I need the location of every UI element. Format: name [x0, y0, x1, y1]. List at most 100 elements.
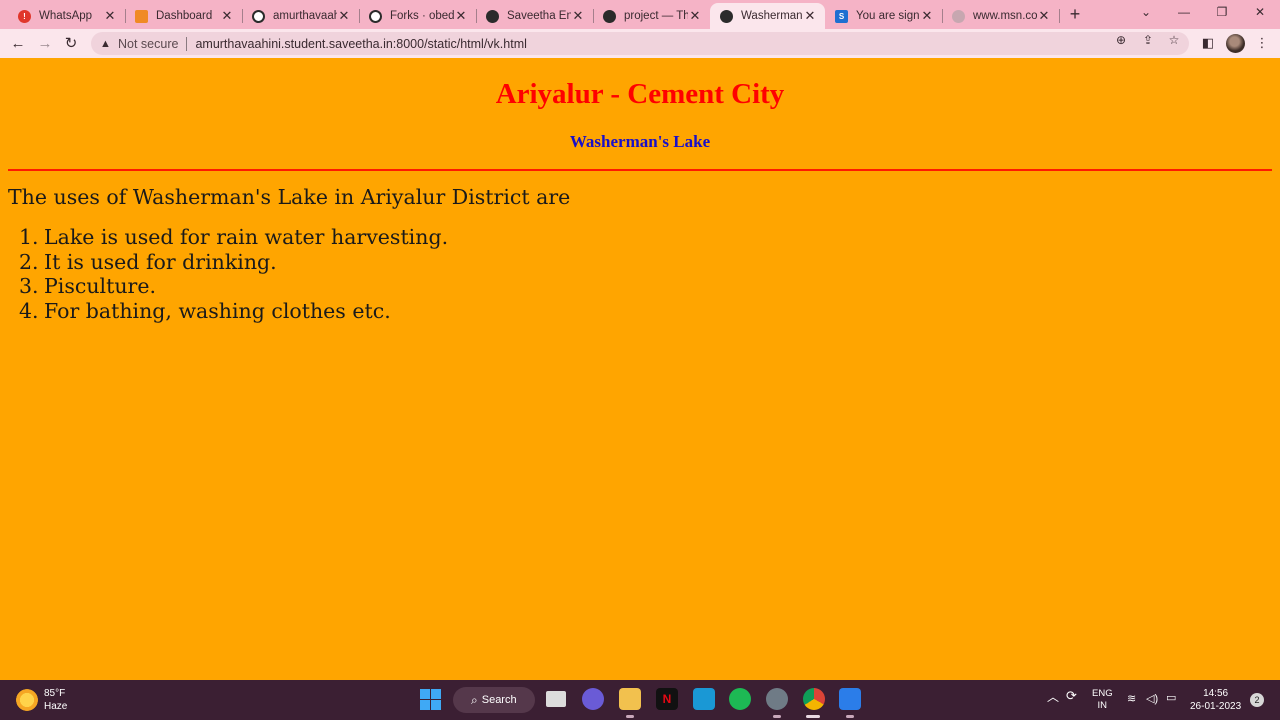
- s-icon: S: [835, 9, 848, 23]
- tab-project[interactable]: project — The ✕: [593, 3, 710, 29]
- new-tab-button[interactable]: +: [1066, 5, 1084, 23]
- wifi-icon[interactable]: ≋: [1127, 692, 1136, 705]
- tab-title: www.msn.com: [973, 10, 1037, 22]
- tray-chevron-icon[interactable]: ︿: [1047, 688, 1059, 705]
- search-icon: ⌕: [471, 692, 478, 707]
- sync-icon[interactable]: ⟳: [1066, 688, 1077, 704]
- tab-dashboard[interactable]: Dashboard ✕: [125, 3, 243, 29]
- running-indicator: [773, 715, 781, 718]
- snipping-tool-icon[interactable]: [839, 688, 861, 710]
- list-number: 4.: [19, 298, 39, 323]
- list-item-text: Lake is used for rain water harvesting.: [44, 225, 449, 249]
- settings-gear-icon[interactable]: [766, 688, 788, 710]
- language-indicator[interactable]: ENG IN: [1092, 688, 1113, 712]
- zoom-icon[interactable]: ⊕: [1113, 33, 1129, 49]
- windows-start-icon[interactable]: [420, 689, 441, 710]
- netflix-icon[interactable]: N: [656, 688, 678, 710]
- tab-title: Washermanâ€: [741, 10, 803, 22]
- github-icon: [369, 9, 382, 23]
- tab-whatsapp[interactable]: ! WhatsApp ✕: [8, 3, 126, 29]
- clock-time: 14:56: [1203, 688, 1229, 699]
- list-item-text: For bathing, washing clothes etc.: [44, 298, 391, 323]
- battery-icon[interactable]: ▭: [1166, 691, 1176, 704]
- close-icon[interactable]: ✕: [337, 8, 351, 24]
- warning-icon[interactable]: ▲: [100, 38, 112, 50]
- globe-icon: [720, 9, 733, 23]
- reload-icon[interactable]: ↻: [61, 34, 81, 54]
- list-number: 2.: [19, 249, 39, 274]
- chrome-icon[interactable]: [803, 688, 825, 710]
- whatsapp-icon: !: [18, 9, 31, 23]
- tab-msn[interactable]: www.msn.com ✕: [942, 3, 1060, 29]
- tab-strip: ! WhatsApp ✕ Dashboard ✕ amurthavaahi ✕ …: [0, 0, 1280, 29]
- dashboard-icon: [135, 9, 148, 23]
- taskbar-search[interactable]: ⌕ Search: [453, 687, 535, 713]
- notification-badge[interactable]: 2: [1250, 693, 1264, 707]
- taskbar: 85°F Haze ⌕ Search N ︿ ⟳ ENG IN ≋ ◁) ▭ 1…: [0, 680, 1280, 720]
- back-icon[interactable]: ←: [8, 34, 28, 54]
- list-item: 3. Pisculture.: [19, 274, 448, 299]
- tab-saveetha[interactable]: Saveetha Engi ✕: [476, 3, 594, 29]
- file-explorer-icon[interactable]: [619, 688, 641, 710]
- github-icon: [252, 9, 265, 23]
- clock[interactable]: 14:56 26-01-2023: [1190, 687, 1241, 713]
- intro-paragraph: The uses of Washerman's Lake in Ariyalur…: [8, 185, 571, 209]
- tab-washerman-active[interactable]: Washermanâ€ ✕: [710, 3, 825, 29]
- running-indicator: [846, 715, 854, 718]
- address-bar[interactable]: ▲ Not secure amurthavaahini.student.save…: [91, 32, 1189, 55]
- teams-chat-icon[interactable]: [582, 688, 604, 710]
- tab-title: Saveetha Engi: [507, 10, 571, 22]
- globe-icon: [486, 9, 499, 23]
- window-close-icon[interactable]: ✕: [1251, 5, 1269, 21]
- address-divider: [186, 36, 188, 51]
- language-line1: ENG: [1092, 688, 1113, 699]
- prime-video-icon[interactable]: [693, 688, 715, 710]
- url-text[interactable]: amurthavaahini.student.saveetha.in:8000/…: [195, 37, 526, 51]
- close-icon[interactable]: ✕: [688, 8, 702, 24]
- maximize-icon[interactable]: ❐: [1213, 5, 1231, 21]
- web-page: Ariyalur - Cement City Washerman's Lake …: [0, 58, 1280, 680]
- page-title: Ariyalur - Cement City: [495, 78, 785, 110]
- clock-date: 26-01-2023: [1190, 701, 1242, 712]
- close-icon[interactable]: ✕: [571, 8, 585, 24]
- close-icon[interactable]: ✕: [1037, 8, 1051, 24]
- horizontal-rule: [8, 169, 1272, 171]
- tab-title: amurthavaahi: [273, 10, 337, 22]
- search-label: Search: [481, 694, 517, 706]
- globe-icon: [952, 9, 965, 23]
- tab-title: Dashboard: [156, 10, 213, 22]
- tab-search-chevron-icon[interactable]: ⌄: [1137, 5, 1155, 21]
- task-view-icon[interactable]: [546, 691, 566, 707]
- menu-kebab-icon[interactable]: ⋮: [1253, 35, 1271, 53]
- minimize-icon[interactable]: —: [1175, 5, 1193, 21]
- weather-temp: 85°F: [44, 688, 66, 699]
- uses-list: 1. Lake is used for rain water harvesting…: [19, 225, 449, 323]
- profile-avatar[interactable]: [1226, 34, 1245, 53]
- bookmark-star-icon[interactable]: ☆: [1166, 33, 1182, 49]
- browser-toolbar: ← → ↻ ▲ Not secure amurthavaahini.studen…: [0, 29, 1280, 58]
- close-icon[interactable]: ✕: [103, 8, 117, 24]
- active-app-indicator: [806, 715, 820, 718]
- list-item-text: Pisculture.: [44, 274, 156, 299]
- list-item: 1. Lake is used for rain water harvesting…: [19, 225, 449, 250]
- share-icon[interactable]: ⇪: [1140, 33, 1156, 49]
- close-icon[interactable]: ✕: [220, 8, 234, 24]
- forward-icon[interactable]: →: [35, 34, 55, 54]
- close-icon[interactable]: ✕: [803, 8, 817, 24]
- list-number: 3.: [19, 274, 39, 299]
- weather-text: 85°F Haze: [44, 687, 67, 713]
- tab-github-amurthavaahini[interactable]: amurthavaahi ✕: [242, 3, 360, 29]
- security-label[interactable]: Not secure: [118, 37, 178, 51]
- tab-signed-in[interactable]: S You are signe ✕: [825, 3, 943, 29]
- page-subtitle: Washerman's Lake: [569, 132, 711, 151]
- close-icon[interactable]: ✕: [920, 8, 934, 24]
- volume-icon[interactable]: ◁): [1146, 692, 1158, 705]
- spotify-icon[interactable]: [729, 688, 751, 710]
- haze-sun-icon: [16, 689, 38, 711]
- tab-title: project — The: [624, 10, 688, 22]
- weather-widget[interactable]: 85°F Haze: [16, 687, 67, 713]
- list-item: 2. It is used for drinking.: [19, 250, 448, 275]
- tab-github-forks[interactable]: Forks · obedo ✕: [359, 3, 477, 29]
- close-icon[interactable]: ✕: [454, 8, 468, 24]
- side-panel-icon[interactable]: ◧: [1199, 35, 1217, 53]
